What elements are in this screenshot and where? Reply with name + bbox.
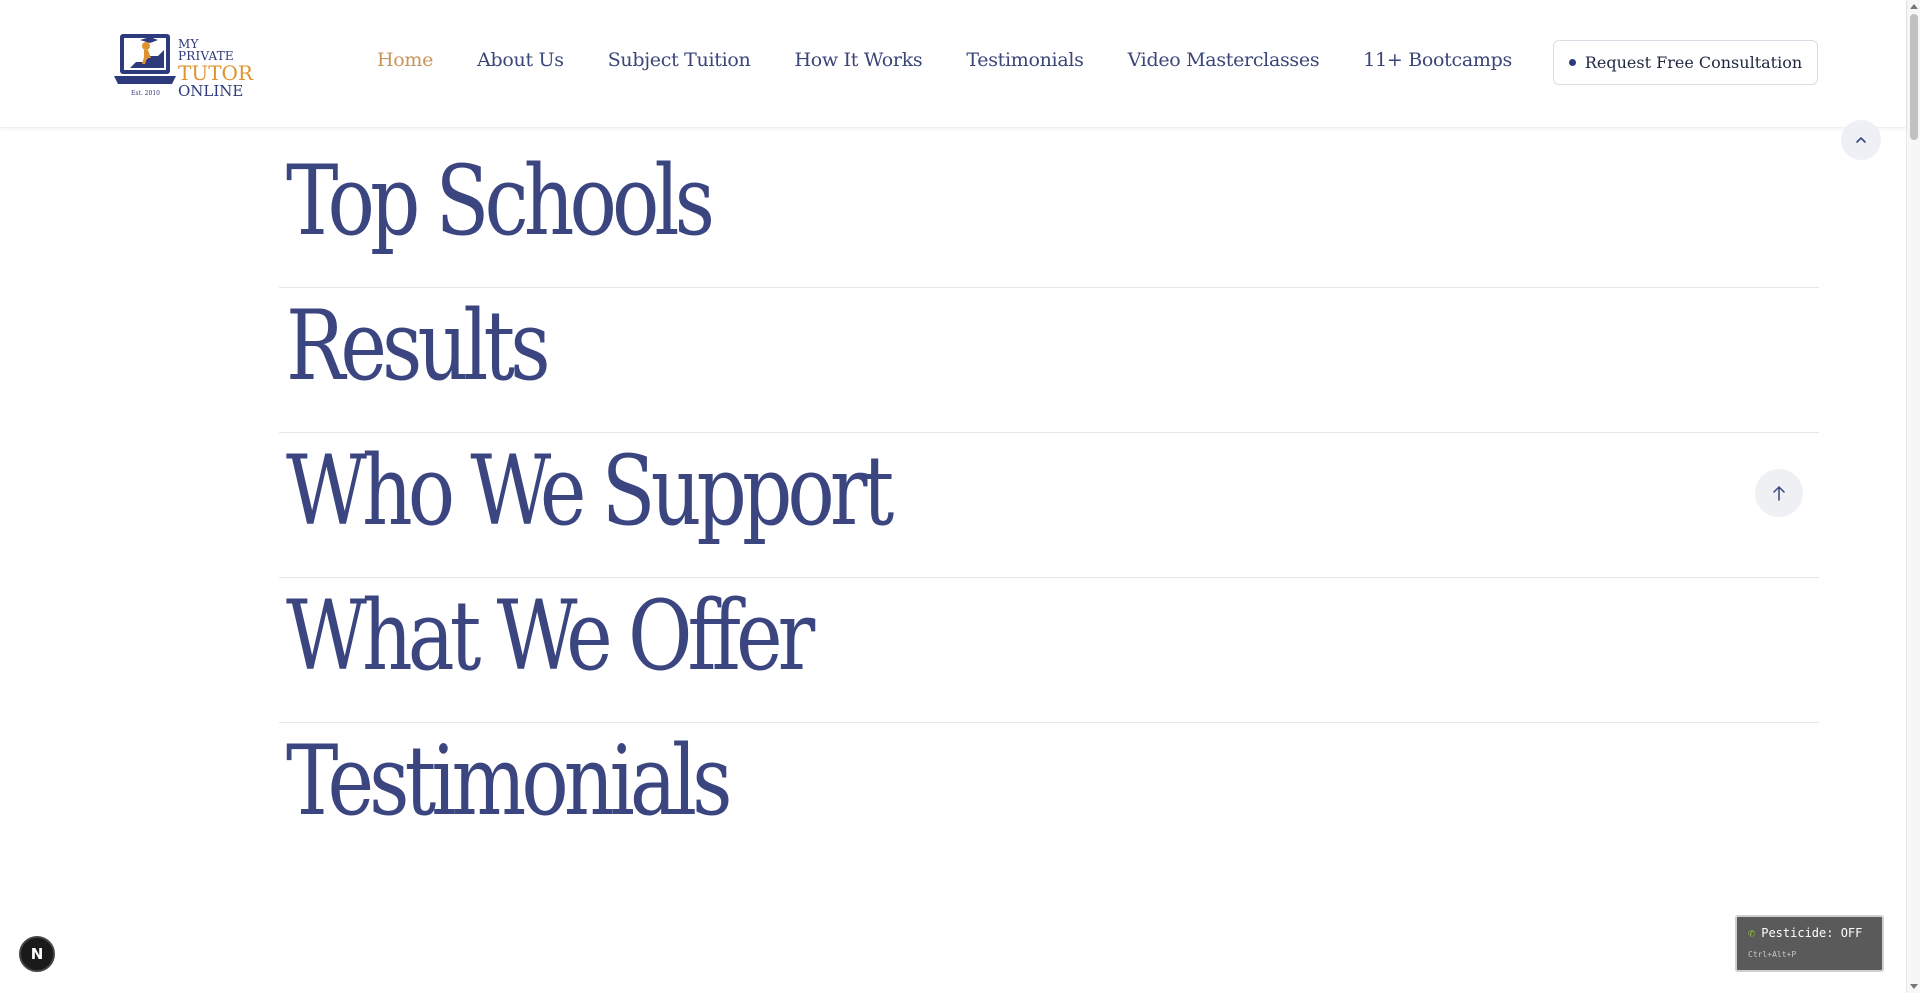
section-title[interactable]: Top Schools	[286, 153, 715, 249]
main-nav: Home About Us Subject Tuition How It Wor…	[377, 49, 1556, 71]
logo-wordmark: MY PRIVATE TUTOR ONLINE	[178, 38, 254, 99]
bullet-dot-icon	[1568, 59, 1576, 66]
nav-bootcamps[interactable]: 11+ Bootcamps	[1363, 49, 1512, 71]
nav-video-masterclasses[interactable]: Video Masterclasses	[1128, 49, 1320, 71]
scroll-thumb[interactable]	[1910, 14, 1918, 140]
nav-testimonials[interactable]: Testimonials	[966, 49, 1084, 71]
section-row-who-we-support[interactable]: Who We Support	[279, 433, 1819, 578]
pesticide-toggle[interactable]: ✆ Pesticide: OFF Ctrl+Alt+P	[1735, 915, 1884, 972]
section-title[interactable]: What We Offer	[286, 588, 815, 684]
arrow-up-icon	[1773, 486, 1785, 501]
logo-line-1: MY PRIVATE	[178, 37, 234, 63]
scroll-down-arrow-icon[interactable]	[1910, 984, 1918, 989]
nav-about-us[interactable]: About Us	[477, 49, 564, 71]
logo-line-2: TUTOR	[178, 61, 253, 85]
pesticide-status-row: ✆ Pesticide: OFF	[1748, 926, 1862, 940]
nav-subject-tuition[interactable]: Subject Tuition	[608, 49, 751, 71]
section-title[interactable]: Testimonials	[286, 733, 732, 829]
request-consultation-button[interactable]: Request Free Consultation	[1553, 40, 1818, 85]
nav-how-it-works[interactable]: How It Works	[794, 49, 922, 71]
site-logo[interactable]: MY PRIVATE TUTOR ONLINE Est. 2010	[114, 28, 254, 100]
logo-line-3: ONLINE	[178, 82, 244, 100]
logo-established: Est. 2010	[131, 90, 160, 97]
section-title[interactable]: Results	[286, 298, 551, 394]
chevron-up-icon	[1856, 137, 1866, 143]
bug-icon: ✆	[1748, 926, 1756, 940]
section-row-what-we-offer[interactable]: What We Offer	[279, 578, 1819, 723]
nextjs-logo-icon: N	[30, 945, 44, 963]
section-row-results[interactable]: Results	[279, 288, 1819, 433]
logo-laptop-icon	[114, 34, 176, 84]
pesticide-status: Pesticide: OFF	[1761, 926, 1863, 940]
section-row-testimonials[interactable]: Testimonials	[279, 723, 1819, 868]
page-scrollbar[interactable]	[1906, 0, 1920, 993]
nav-home[interactable]: Home	[377, 49, 433, 71]
section-row-top-schools[interactable]: Top Schools	[279, 143, 1819, 288]
request-consultation-label: Request Free Consultation	[1584, 53, 1803, 72]
section-title[interactable]: Who We Support	[286, 443, 894, 539]
section-index-list: Top Schools Results Who We Support What …	[279, 143, 1819, 868]
scroll-up-arrow-icon[interactable]	[1910, 4, 1918, 9]
page: MY PRIVATE TUTOR ONLINE Est. 2010 Home A…	[0, 0, 1920, 993]
site-header: MY PRIVATE TUTOR ONLINE Est. 2010 Home A…	[0, 0, 1906, 128]
collapse-chevron-button[interactable]	[1841, 120, 1881, 160]
scroll-to-top-button[interactable]	[1755, 469, 1803, 517]
nextjs-dev-badge[interactable]: N	[19, 936, 55, 972]
pesticide-shortcut: Ctrl+Alt+P	[1748, 950, 1797, 959]
